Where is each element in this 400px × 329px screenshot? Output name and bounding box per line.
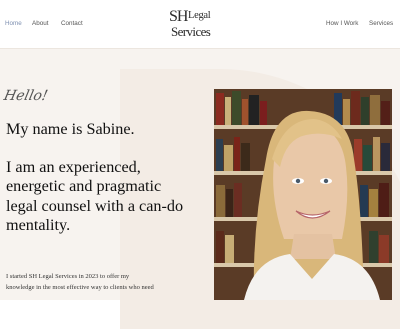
logo-legal: Legal — [188, 10, 211, 21]
site-logo[interactable]: SH Legal Services — [169, 9, 229, 39]
headline-line: legal counsel with a can-do — [6, 196, 184, 215]
nav-services-link[interactable]: Services — [369, 20, 393, 27]
nav-about-link[interactable]: About — [32, 20, 48, 27]
headline-line: I am an experienced, — [6, 158, 141, 177]
headline-line: energetic and pragmatic — [6, 177, 162, 196]
logo-mark: SH — [169, 8, 188, 25]
hero-headline: My name is Sabine. I am an experienced, … — [6, 120, 206, 235]
intro-paragraph: I started SH Legal Services in 2023 to o… — [6, 272, 206, 293]
paragraph-line: knowledge in the most effective way to c… — [6, 283, 154, 291]
profile-photo-illustration — [214, 89, 392, 300]
nav-contact-link[interactable]: Contact — [61, 20, 83, 27]
intro-line: My name is Sabine. — [6, 120, 135, 138]
greeting-script: Hello! — [2, 88, 50, 104]
site-header: Home About Contact SH Legal Services How… — [0, 0, 400, 49]
neck-shape — [290, 234, 336, 259]
nav-home-link[interactable]: Home — [5, 20, 22, 27]
logo-services: Services — [171, 24, 211, 39]
nav-how-i-work-link[interactable]: How I Work — [326, 20, 358, 27]
profile-photo — [214, 89, 392, 300]
headline-line: mentality. — [6, 215, 71, 234]
paragraph-line: I started SH Legal Services in 2023 to o… — [6, 273, 130, 280]
